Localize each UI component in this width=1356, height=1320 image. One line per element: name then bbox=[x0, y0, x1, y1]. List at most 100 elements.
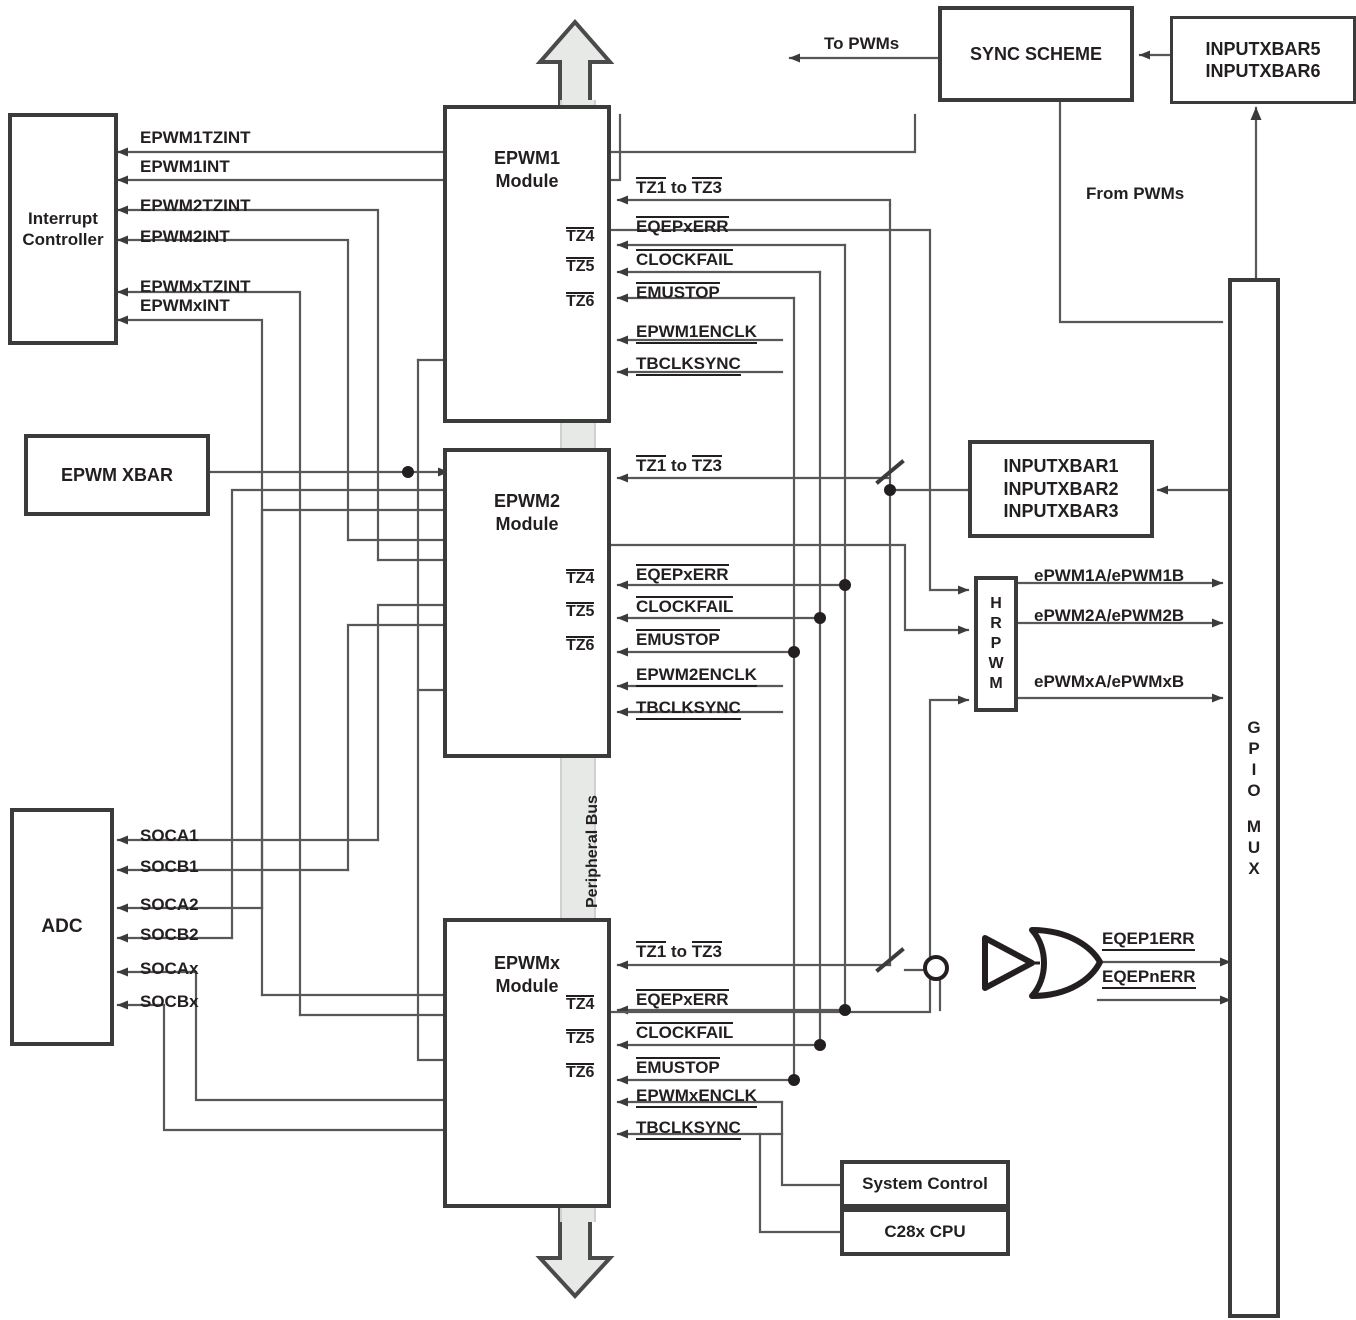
epwm2enclk-label: EPWM2ENCLK bbox=[636, 665, 757, 687]
system-control-label: System Control bbox=[862, 1174, 988, 1194]
clockfail-label: CLOCKFAIL bbox=[636, 1022, 734, 1042]
hrpwm-letter-w: W bbox=[988, 655, 1004, 672]
epwm2-input-label: EMUSTOP bbox=[636, 629, 720, 650]
tz5-label: TZ5 bbox=[566, 1029, 595, 1047]
epwmx-line2: Module bbox=[495, 975, 559, 996]
gpio-mux-letter-g: G bbox=[1247, 717, 1261, 737]
adc-signal-label: SOCB2 bbox=[140, 925, 199, 944]
epwm1-input-label: EMUSTOP bbox=[636, 282, 720, 303]
interrupt-controller-line2: Controller bbox=[22, 230, 104, 249]
eqep-logic-gates bbox=[923, 927, 1103, 999]
interrupt-signal-label: EPWMxTZINT bbox=[140, 277, 251, 296]
epwm1-input-label: CLOCKFAIL bbox=[636, 249, 734, 270]
interrupt-signal-label: EPWM2INT bbox=[140, 227, 230, 246]
tz3-label: TZ3 bbox=[691, 941, 723, 961]
interrupt-signal-label: EPWM2TZINT bbox=[140, 196, 251, 215]
epwm1-input-label: EQEPxERR bbox=[636, 216, 729, 237]
emustop-label: EMUSTOP bbox=[636, 1057, 720, 1077]
c28x-cpu-label: C28x CPU bbox=[884, 1222, 966, 1242]
inputxbar5-label: INPUTXBAR5 bbox=[1205, 38, 1321, 59]
sync-scheme-block[interactable]: SYNC SCHEME bbox=[938, 6, 1134, 102]
adc-signal-label: SOCBx bbox=[140, 992, 199, 1011]
interrupt-signal-label: EPWM1INT bbox=[140, 157, 230, 176]
system-control-block[interactable]: System Control bbox=[840, 1160, 1010, 1208]
eqepxerr-label: EQEPxERR bbox=[636, 564, 729, 584]
pwm-output-label: ePWM1A/ePWM1B bbox=[1034, 566, 1185, 585]
hrpwm-letter-m: M bbox=[989, 675, 1003, 692]
epwmx-tz-port-label: TZ4 bbox=[566, 995, 595, 1014]
tz6-label: TZ6 bbox=[566, 1063, 595, 1081]
clockfail-label: CLOCKFAIL bbox=[636, 596, 734, 616]
epwm1enclk-label: EPWM1ENCLK bbox=[636, 322, 757, 344]
inputxbar56-block[interactable]: INPUTXBAR5 INPUTXBAR6 bbox=[1170, 16, 1356, 104]
tz4-label: TZ4 bbox=[566, 995, 595, 1013]
adc-signal-label: SOCAx bbox=[140, 959, 199, 978]
tz6-label: TZ6 bbox=[566, 292, 595, 310]
tz4-label: TZ4 bbox=[566, 569, 595, 587]
adc-signal-label: SOCB1 bbox=[140, 857, 199, 876]
tz5-label: TZ5 bbox=[566, 602, 595, 620]
adc-label: ADC bbox=[41, 916, 83, 938]
eqepxerr-label: EQEPxERR bbox=[636, 216, 729, 236]
from-pwms-label: From PWMs bbox=[1086, 184, 1185, 203]
inputxbar1-label: INPUTXBAR1 bbox=[1003, 456, 1119, 477]
epwmx-input-label: EPWMxENCLK bbox=[636, 1086, 757, 1108]
epwm1-tz-range-label: TZ1 to TZ3 bbox=[636, 177, 723, 198]
tbclksync-label: TBCLKSYNC bbox=[636, 354, 741, 376]
inputxbar2-label: INPUTXBAR2 bbox=[1003, 478, 1119, 499]
epwm2-tz-port-label: TZ4 bbox=[566, 569, 595, 588]
c28x-cpu-block[interactable]: C28x CPU bbox=[840, 1208, 1010, 1256]
epwm2-line2: Module bbox=[495, 513, 559, 534]
gpio-mux-block[interactable]: G P I O M U X bbox=[1228, 278, 1280, 1318]
sync-scheme-label: SYNC SCHEME bbox=[969, 43, 1103, 64]
hrpwm-letter-r: R bbox=[990, 615, 1002, 632]
interrupt-controller-block[interactable]: Interrupt Controller bbox=[8, 113, 118, 345]
tz-range-mid: to bbox=[666, 456, 692, 475]
adc-signal-label: SOCA1 bbox=[140, 826, 199, 845]
hrpwm-letter-p: P bbox=[990, 635, 1002, 652]
epwmx-tz-range-label: TZ1 to TZ3 bbox=[636, 941, 723, 962]
epwmx-tz-port-label: TZ5 bbox=[566, 1029, 595, 1048]
tz1-label: TZ1 bbox=[636, 941, 667, 961]
tbclksync-label: TBCLKSYNC bbox=[636, 698, 741, 720]
gpio-mux-letter-i: I bbox=[1251, 760, 1257, 780]
epwmx-input-label: TBCLKSYNC bbox=[636, 1118, 741, 1140]
epwmx-line1: EPWMx bbox=[493, 953, 560, 973]
epwm1-tz-port-label: TZ4 bbox=[566, 227, 595, 246]
gpio-mux-letter-p: P bbox=[1248, 738, 1260, 758]
inputxbar123-block[interactable]: INPUTXBAR1 INPUTXBAR2 INPUTXBAR3 bbox=[968, 440, 1154, 538]
epwm-xbar-block[interactable]: EPWM XBAR bbox=[24, 434, 210, 516]
tz-range-mid: to bbox=[666, 942, 692, 961]
adc-block[interactable]: ADC bbox=[10, 808, 114, 1046]
interrupt-signal-label: EPWMxINT bbox=[140, 296, 230, 315]
emustop-label: EMUSTOP bbox=[636, 629, 720, 649]
epwm1-tz-port-label: TZ5 bbox=[566, 257, 595, 276]
inputxbar6-label: INPUTXBAR6 bbox=[1205, 61, 1321, 81]
epwm2-input-label: CLOCKFAIL bbox=[636, 596, 734, 617]
epwm2-tz-port-label: TZ5 bbox=[566, 602, 595, 621]
hrpwm-block[interactable]: H R P W M bbox=[974, 576, 1018, 712]
eqepnerr-label: EQEPnERR bbox=[1102, 967, 1196, 989]
epwmx-input-label: CLOCKFAIL bbox=[636, 1022, 734, 1043]
interrupt-controller-line1: Interrupt bbox=[28, 208, 98, 228]
epwmx-input-label: EMUSTOP bbox=[636, 1057, 720, 1078]
epwm-block-diagram: Peripheral Bus Interrupt Controller EPWM… bbox=[0, 0, 1356, 1320]
epwm1-line1: EPWM1 bbox=[493, 148, 560, 168]
epwmxenclk-label: EPWMxENCLK bbox=[636, 1086, 757, 1108]
interrupt-signal-label: EPWM1TZINT bbox=[140, 128, 251, 147]
epwm2-tz-port-label: TZ6 bbox=[566, 636, 595, 655]
adc-signal-label: SOCA2 bbox=[140, 895, 199, 914]
tz3-label: TZ3 bbox=[691, 177, 723, 197]
epwm2-input-label: TBCLKSYNC bbox=[636, 698, 741, 720]
epwm1-line2: Module bbox=[495, 170, 559, 191]
peripheral-bus-label: Peripheral Bus bbox=[584, 795, 601, 908]
tz4-label: TZ4 bbox=[566, 227, 595, 245]
epwm2-line1: EPWM2 bbox=[493, 491, 560, 511]
eqep-input-label: EQEPnERR bbox=[1102, 967, 1196, 989]
eqep-input-label: EQEP1ERR bbox=[1102, 929, 1195, 951]
epwm2-input-label: EPWM2ENCLK bbox=[636, 665, 757, 687]
eqep1err-label: EQEP1ERR bbox=[1102, 929, 1195, 951]
epwm1-tz-port-label: TZ6 bbox=[566, 292, 595, 311]
inputxbar3-label: INPUTXBAR3 bbox=[1003, 501, 1119, 522]
gpio-mux-letter-o: O bbox=[1247, 781, 1261, 801]
